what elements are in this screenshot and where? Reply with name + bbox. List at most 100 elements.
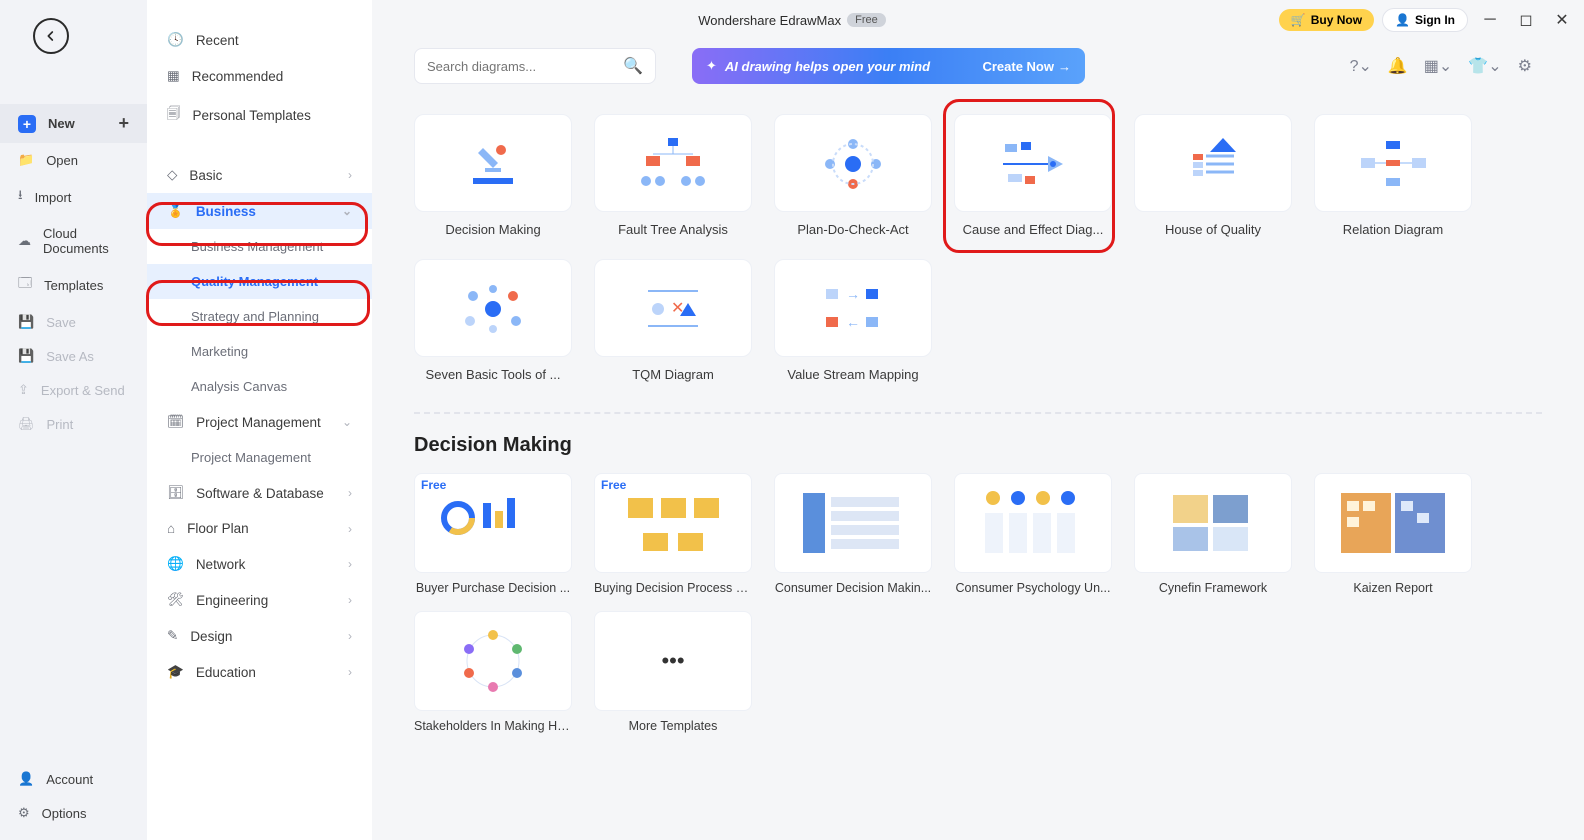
- cat-label: Project Management: [196, 415, 321, 430]
- cat-software[interactable]: 🗄 Software & Database ›: [147, 475, 372, 511]
- template-value-stream[interactable]: →← Value Stream Mapping: [774, 259, 932, 382]
- example-buying-process[interactable]: Free Buying Decision Process O...: [594, 473, 752, 595]
- chevron-down-icon: ⌄: [342, 204, 352, 218]
- cat-label: Recommended: [192, 69, 284, 84]
- cat-marketing[interactable]: Marketing: [147, 334, 372, 369]
- category-sidebar: 🕓 Recent ▦ Recommended 🗐 Personal Templa…: [147, 0, 372, 840]
- import-label: Import: [35, 190, 72, 205]
- arrow-right-icon: →: [1058, 59, 1071, 74]
- cat-personal[interactable]: 🗐 Personal Templates: [147, 94, 372, 137]
- sidebar-item-saveas: 💾 Save As: [0, 339, 147, 373]
- cat-strategy[interactable]: Strategy and Planning: [147, 299, 372, 334]
- search-box[interactable]: 🔍: [414, 48, 656, 84]
- print-icon: 🖨: [18, 416, 35, 432]
- gavel-icon: [463, 138, 523, 188]
- chevron-right-icon: ›: [348, 593, 352, 607]
- sidebar-item-save: 💾 Save: [0, 305, 147, 339]
- sidebar-item-account[interactable]: 👤 Account: [0, 762, 147, 796]
- back-button[interactable]: [33, 18, 69, 54]
- plus-icon[interactable]: +: [118, 113, 129, 134]
- ai-banner[interactable]: ✦ AI drawing helps open your mind Create…: [692, 48, 1085, 84]
- template-house-quality[interactable]: House of Quality: [1134, 114, 1292, 237]
- cat-floor[interactable]: ⌂ Floor Plan ›: [147, 511, 372, 546]
- template-decision-making[interactable]: Decision Making: [414, 114, 572, 237]
- cat-business[interactable]: 🏅 Business ⌄: [147, 193, 372, 229]
- cat-analysis-canvas[interactable]: Analysis Canvas: [147, 369, 372, 404]
- cat-label: Personal Templates: [193, 108, 311, 123]
- sidebar-item-templates[interactable]: 🗔 Templates: [0, 265, 147, 305]
- cat-education[interactable]: 🎓 Education ›: [147, 654, 372, 690]
- account-label: Account: [46, 772, 93, 787]
- settings-icon[interactable]: ⚙: [1518, 56, 1532, 76]
- apps-icon[interactable]: ▦⌄: [1424, 56, 1453, 76]
- cat-label: Software & Database: [196, 486, 324, 501]
- folder-icon: 📁: [18, 152, 34, 168]
- templates-label: Templates: [44, 278, 103, 293]
- search-input[interactable]: [427, 59, 623, 74]
- sidebar-item-new[interactable]: + New +: [0, 104, 147, 143]
- create-now-button[interactable]: Create Now →: [982, 59, 1071, 74]
- example-more-templates[interactable]: ••• More Templates: [594, 611, 752, 733]
- left-sidebar: + New + 📁 Open ⭳ Import ☁ Cloud Document…: [0, 0, 147, 840]
- example-cynefin[interactable]: Cynefin Framework: [1134, 473, 1292, 595]
- template-tqm[interactable]: ✕ TQM Diagram: [594, 259, 752, 382]
- cat-label: Business: [196, 204, 256, 219]
- example-kaizen[interactable]: Kaizen Report: [1314, 473, 1472, 595]
- bell-icon[interactable]: 🔔: [1388, 56, 1408, 76]
- cat-design[interactable]: ✎ Design ›: [147, 618, 372, 654]
- template-seven-tools[interactable]: Seven Basic Tools of ...: [414, 259, 572, 382]
- template-label: Cause and Effect Diag...: [954, 222, 1112, 237]
- tag-icon: ◇: [167, 167, 177, 183]
- help-icon[interactable]: ?⌄: [1350, 56, 1372, 76]
- search-icon[interactable]: 🔍: [623, 56, 643, 76]
- shirt-icon[interactable]: 👕⌄: [1468, 56, 1501, 76]
- main-content: 🔍 ✦ AI drawing helps open your mind Crea…: [372, 0, 1584, 840]
- chevron-right-icon: ›: [348, 557, 352, 571]
- cat-project[interactable]: 🗓 Project Management ⌄: [147, 404, 372, 440]
- chevron-right-icon: ›: [348, 665, 352, 679]
- import-icon: ⭳: [18, 186, 23, 208]
- cat-business-mgmt[interactable]: Business Management: [147, 229, 372, 264]
- cat-basic[interactable]: ◇ Basic ›: [147, 157, 372, 193]
- template-fault-tree[interactable]: Fault Tree Analysis: [594, 114, 752, 237]
- save-label: Save: [46, 315, 76, 330]
- cat-label: Engineering: [196, 593, 268, 608]
- example-consumer-decision[interactable]: Consumer Decision Makin...: [774, 473, 932, 595]
- template-cause-effect[interactable]: Cause and Effect Diag...: [954, 114, 1112, 237]
- tqm-icon: ✕: [638, 281, 708, 336]
- example-buyer-purchase[interactable]: Free Buyer Purchase Decision ...: [414, 473, 572, 595]
- cat-label: Education: [196, 665, 256, 680]
- thumb-chart-icon: [433, 483, 553, 563]
- template-relation[interactable]: Relation Diagram: [1314, 114, 1472, 237]
- template-label: House of Quality: [1134, 222, 1292, 237]
- sidebar-item-open[interactable]: 📁 Open: [0, 143, 147, 177]
- cat-project-sub[interactable]: Project Management: [147, 440, 372, 475]
- chevron-down-icon: ⌄: [342, 415, 352, 429]
- fishbone-icon: [993, 136, 1073, 191]
- cycle-icon: [818, 136, 888, 191]
- sidebar-item-cloud[interactable]: ☁ Cloud Documents: [0, 217, 147, 265]
- plus-badge-icon: +: [18, 115, 36, 133]
- cat-quality-management[interactable]: Quality Management: [147, 264, 372, 299]
- example-label: Stakeholders In Making He...: [414, 719, 572, 733]
- options-label: Options: [42, 806, 87, 821]
- example-label: Buyer Purchase Decision ...: [414, 581, 572, 595]
- star-icon: ▦: [167, 68, 180, 84]
- tree-icon: [638, 136, 708, 191]
- cat-label: Network: [196, 557, 246, 572]
- example-label: Kaizen Report: [1314, 581, 1472, 595]
- cat-network[interactable]: 🌐 Network ›: [147, 546, 372, 582]
- template-pdca[interactable]: Plan-Do-Check-Act: [774, 114, 932, 237]
- cat-recent[interactable]: 🕓 Recent: [147, 22, 372, 58]
- sidebar-item-options[interactable]: ⚙ Options: [0, 796, 147, 830]
- example-stakeholders[interactable]: Stakeholders In Making He...: [414, 611, 572, 733]
- account-icon: 👤: [18, 771, 34, 787]
- cat-recommended[interactable]: ▦ Recommended: [147, 58, 372, 94]
- example-consumer-psych[interactable]: Consumer Psychology Un...: [954, 473, 1112, 595]
- sidebar-item-import[interactable]: ⭳ Import: [0, 177, 147, 217]
- template-label: Decision Making: [414, 222, 572, 237]
- template-label: Fault Tree Analysis: [594, 222, 752, 237]
- thumb-flow-icon: [973, 483, 1093, 563]
- cat-engineering[interactable]: 🛠 Engineering ›: [147, 582, 372, 618]
- svg-text:→: →: [846, 286, 860, 302]
